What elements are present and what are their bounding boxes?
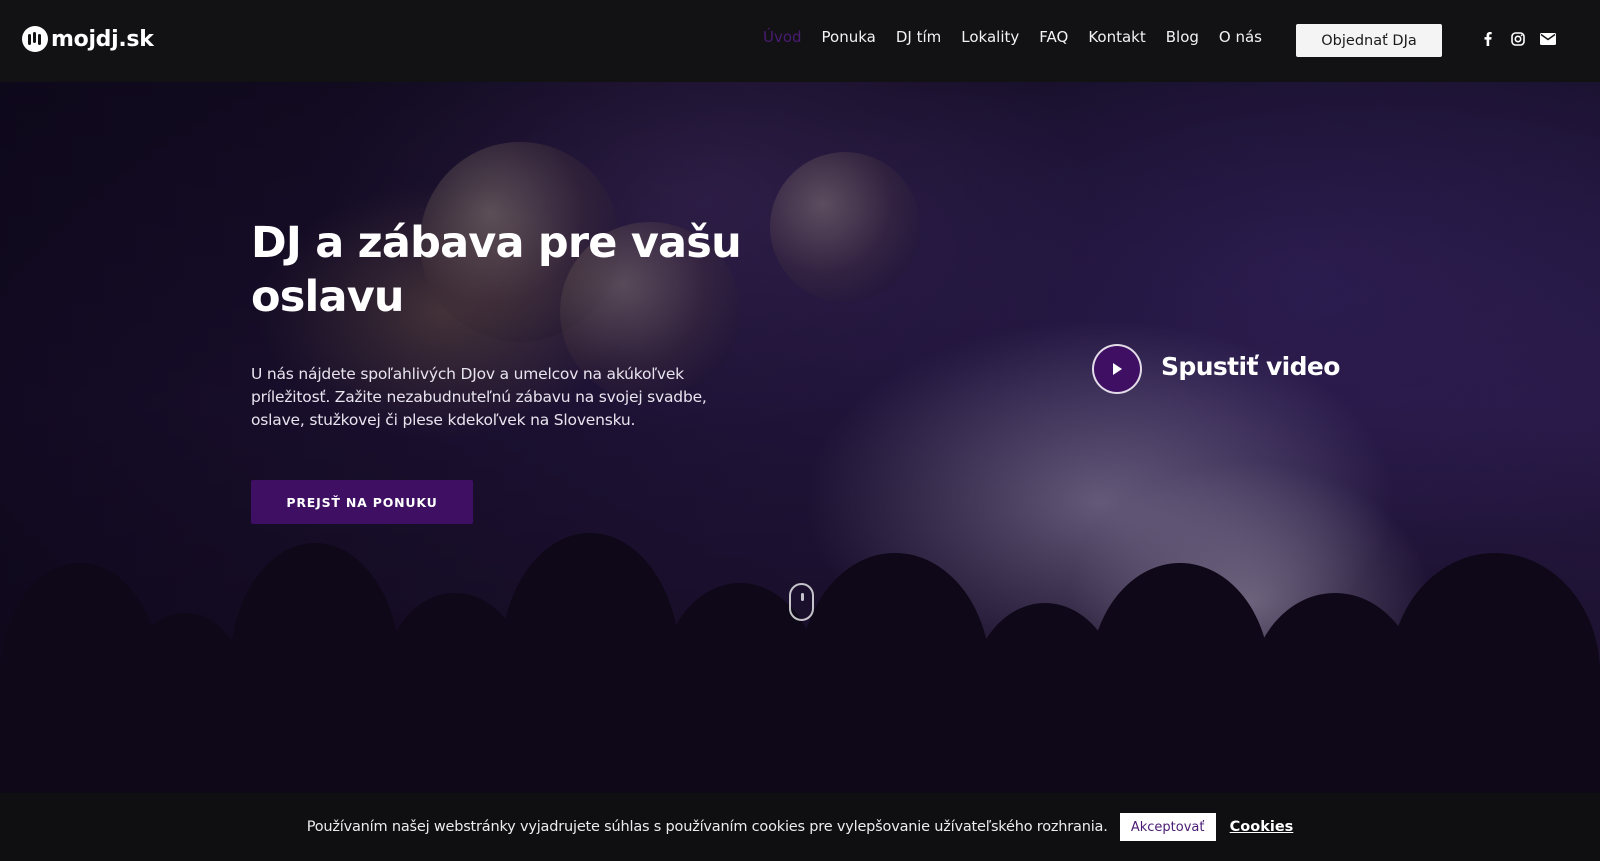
main-nav: Úvod Ponuka DJ tím Lokality FAQ Kontakt … [763,28,1262,46]
nav-item-blog[interactable]: Blog [1166,28,1199,46]
scroll-down-indicator[interactable] [789,583,814,621]
logo-icon [22,26,48,52]
envelope-icon[interactable] [1540,31,1556,47]
nav-item-kontakt[interactable]: Kontakt [1088,28,1145,46]
accept-cookies-button[interactable]: Akceptovať [1119,813,1216,841]
order-dj-button[interactable]: Objednať DJa [1296,24,1442,57]
nav-item-lokality[interactable]: Lokality [961,28,1019,46]
go-to-offer-button[interactable]: PREJSŤ NA PONUKU [251,480,473,524]
play-icon [1113,363,1122,375]
hero-section: DJ a zábava pre vašu oslavu U nás nájdet… [0,82,1600,793]
facebook-icon[interactable] [1480,31,1496,47]
hero-title: DJ a zábava pre vašu oslavu [251,218,742,322]
cookie-notice-text: Používaním našej webstránky vyjadrujete … [306,819,1108,835]
cookie-bar: Používaním našej webstránky vyjadrujete … [0,793,1600,861]
nav-item-faq[interactable]: FAQ [1039,28,1068,46]
crowd-silhouette [0,493,1600,793]
social-links [1480,31,1556,47]
play-video-button[interactable] [1092,344,1142,394]
logo-text: mojdj.sk [51,26,154,52]
hero-description: U nás nájdete spoľahlivých DJov a umelco… [251,365,707,429]
nav-item-ponuka[interactable]: Ponuka [822,28,876,46]
nav-item-dj-tim[interactable]: DJ tím [896,28,941,46]
play-video-label[interactable]: Spustiť video [1161,352,1340,381]
cookies-link[interactable]: Cookies [1230,819,1294,835]
nav-item-o-nas[interactable]: O nás [1219,28,1262,46]
nav-item-uvod[interactable]: Úvod [763,28,802,46]
instagram-icon[interactable] [1510,31,1526,47]
logo[interactable]: mojdj.sk [22,26,154,52]
site-header: mojdj.sk Úvod Ponuka DJ tím Lokality FAQ… [0,0,1600,82]
